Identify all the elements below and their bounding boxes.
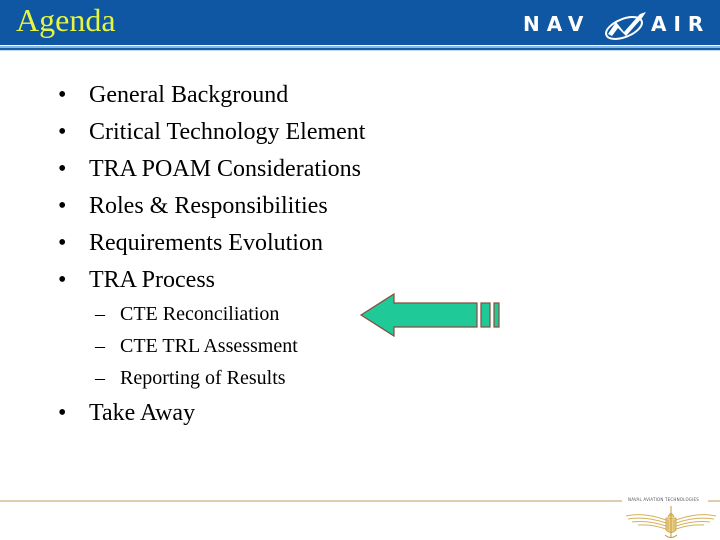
bullet-icon: • bbox=[58, 82, 67, 108]
agenda-item-label: General Background bbox=[89, 82, 289, 108]
agenda-item-label: Take Away bbox=[89, 400, 196, 426]
slide-title: Agenda bbox=[16, 2, 116, 38]
agenda-item-label: Requirements Evolution bbox=[89, 230, 323, 256]
agenda-subitem-label: CTE Reconciliation bbox=[120, 303, 280, 325]
naval-aviator-wings-icon bbox=[625, 506, 717, 538]
left-arrow-icon bbox=[359, 292, 500, 338]
logo-text-air: AIR bbox=[651, 12, 711, 36]
bullet-icon: • bbox=[58, 267, 67, 293]
header-divider bbox=[0, 50, 720, 51]
bullet-icon: • bbox=[58, 230, 67, 256]
bullet-icon: • bbox=[58, 400, 67, 426]
dash-icon: – bbox=[95, 335, 105, 357]
footer-divider bbox=[0, 500, 622, 502]
dash-icon: – bbox=[95, 303, 105, 325]
logo-text-nav: NAV bbox=[523, 12, 591, 36]
bullet-icon: • bbox=[58, 119, 67, 145]
bullet-icon: • bbox=[58, 193, 67, 219]
agenda-item-label: TRA Process bbox=[89, 267, 215, 293]
agenda-item-label: TRA POAM Considerations bbox=[89, 156, 362, 182]
navair-swoosh-icon bbox=[605, 12, 646, 40]
bullet-icon: • bbox=[58, 156, 67, 182]
navair-logo: NAV AIR bbox=[518, 8, 718, 42]
footer-caption: NAVAL AVIATION TECHNOLOGIES bbox=[628, 497, 699, 502]
agenda-item-label: Roles & Responsibilities bbox=[89, 193, 328, 219]
footer-divider bbox=[708, 500, 720, 502]
agenda-subitem-label: Reporting of Results bbox=[120, 367, 286, 389]
agenda-subitem-label: CTE TRL Assessment bbox=[120, 335, 298, 357]
dash-icon: – bbox=[95, 367, 105, 389]
agenda-item-label: Critical Technology Element bbox=[89, 119, 366, 145]
